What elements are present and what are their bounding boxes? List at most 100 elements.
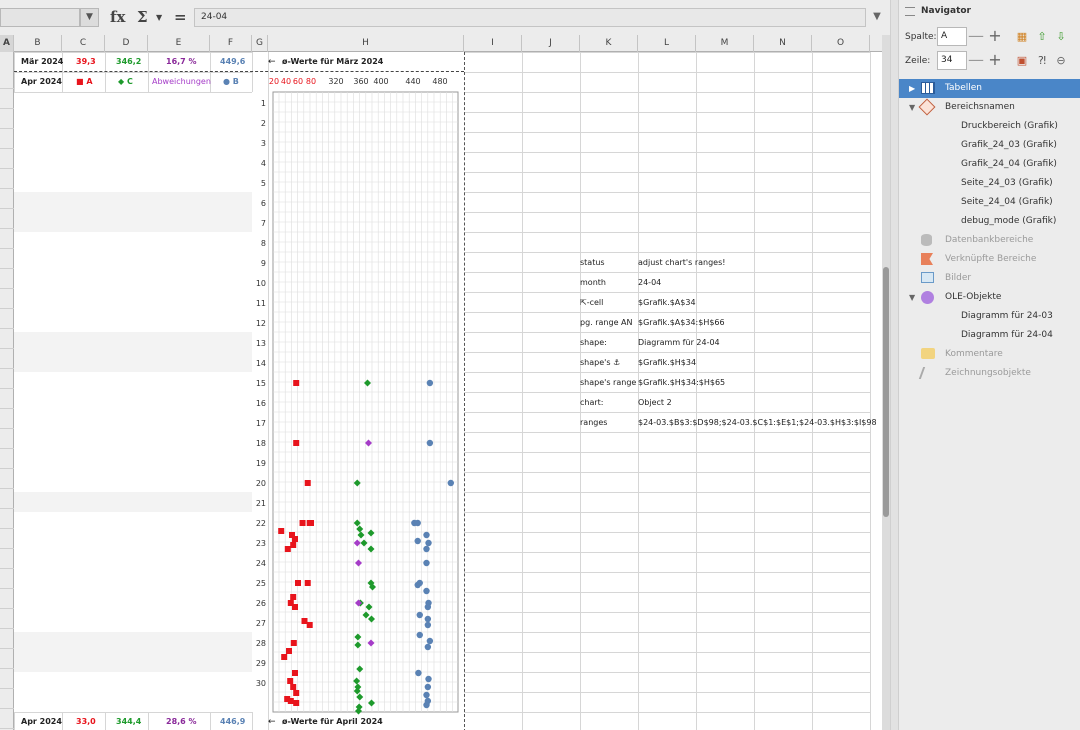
navigator-item[interactable]: Grafik_24_03 (Grafik) <box>899 136 1080 155</box>
linked-ranges-icon <box>921 253 935 266</box>
summary-bottom-f[interactable]: 446,9 <box>220 717 245 726</box>
table-icon <box>921 82 935 95</box>
day-label: 16 <box>256 399 266 408</box>
marker-series-b <box>425 539 432 547</box>
column-input[interactable]: A <box>937 27 967 46</box>
x-tick-label: 80 <box>306 77 316 86</box>
row-increment-icon[interactable]: + <box>986 51 1004 70</box>
arrow-down-icon[interactable]: ⇩ <box>1054 30 1068 44</box>
daily-values-scatter-chart[interactable]: 20 40 60 80 320 360 400 440 48012345678910111213… <box>0 35 882 730</box>
navigator-item[interactable]: Datenbankbereiche <box>899 231 1080 250</box>
summary-bottom-note[interactable]: ø-Werte für April 2024 <box>282 717 383 726</box>
navigator-item[interactable]: debug_mode (Grafik) <box>899 212 1080 231</box>
expand-formula-bar-icon[interactable]: ▼ <box>868 8 886 27</box>
day-label: 24 <box>256 559 266 568</box>
info-value[interactable]: $Grafik.$H$34:$H$65 <box>638 378 725 387</box>
day-label: 20 <box>256 479 266 488</box>
summary-bottom-e[interactable]: 28,6 % <box>166 717 197 726</box>
info-key[interactable]: shape's range <box>580 378 636 387</box>
marker-series-a <box>290 640 297 646</box>
marker-series-b <box>424 643 432 651</box>
marker-series-b <box>426 379 434 387</box>
x-tick-label: 40 <box>281 77 291 86</box>
marker-series-b <box>426 637 434 645</box>
marker-series-b <box>415 669 422 677</box>
info-value[interactable]: $Grafik.$A$34:$H$66 <box>638 318 725 327</box>
info-value[interactable]: $Grafik.$H$34 <box>638 358 696 367</box>
x-tick-label: 480 <box>432 77 447 86</box>
marker-series-a <box>293 440 300 446</box>
info-key[interactable]: status <box>580 258 605 267</box>
vertical-scrollbar-thumb[interactable] <box>883 267 889 517</box>
marker-series-b <box>424 615 432 623</box>
arrow-up-icon[interactable]: ⇧ <box>1035 30 1049 44</box>
row-label: Zeile: <box>905 56 931 66</box>
marker-series-a <box>304 580 311 586</box>
drag-mode-icon[interactable]: ⊖ <box>1054 54 1068 68</box>
info-value[interactable]: adjust chart's ranges! <box>638 258 725 267</box>
navigator-item[interactable]: Diagramm für 24-04 <box>899 326 1080 345</box>
info-value[interactable]: $Grafik.$A$34 <box>638 298 696 307</box>
sidebar-grip[interactable] <box>890 0 898 730</box>
sum-dropdown-icon[interactable]: ▼ <box>156 8 162 26</box>
vertical-scrollbar[interactable] <box>882 35 890 730</box>
info-key[interactable]: ranges <box>580 418 607 427</box>
content-icon[interactable]: ▦ <box>1015 30 1029 44</box>
marker-series-a <box>281 654 288 660</box>
navigator-item[interactable]: Grafik_24_04 (Grafik) <box>899 155 1080 174</box>
day-label: 15 <box>256 379 266 388</box>
formula-icon[interactable]: = <box>174 8 187 26</box>
info-key[interactable]: pg. range AN <box>580 318 633 327</box>
name-box[interactable] <box>0 8 80 27</box>
info-value[interactable]: $24-03.$B$3:$D$98;$24-03.$C$1:$E$1;$24-0… <box>638 418 877 427</box>
toggle-icon[interactable]: ▣ <box>1015 54 1029 68</box>
info-value[interactable]: Object 2 <box>638 398 672 407</box>
expand-icon[interactable]: ▶ <box>909 79 915 98</box>
x-tick-label: 440 <box>405 77 420 86</box>
summary-bottom-note-arrow: ← <box>268 717 276 727</box>
formula-input[interactable]: 24-04 <box>194 8 866 27</box>
navigator-item[interactable]: Kommentare <box>899 345 1080 364</box>
marker-series-b <box>416 631 423 639</box>
navigator-item[interactable]: Seite_24_04 (Grafik) <box>899 193 1080 212</box>
info-key[interactable]: chart: <box>580 398 604 407</box>
scenarios-icon[interactable]: ⁈ <box>1035 54 1049 68</box>
summary-bottom-c[interactable]: 33,0 <box>76 717 96 726</box>
marker-series-b <box>414 537 421 545</box>
info-key[interactable]: shape: <box>580 338 607 347</box>
info-key[interactable]: month <box>580 278 606 287</box>
day-label: 17 <box>256 419 266 428</box>
navigator-item[interactable]: Verknüpfte Bereiche <box>899 250 1080 269</box>
name-box-dropdown-icon[interactable]: ▼ <box>80 8 99 27</box>
navigator-item[interactable]: Diagramm für 24-03 <box>899 307 1080 326</box>
marker-series-a <box>278 528 285 534</box>
navigator-item[interactable]: Zeichnungsobjekte <box>899 364 1080 383</box>
navigator-item[interactable]: ▼ Bereichsnamen <box>899 98 1080 117</box>
navigator-item[interactable]: Seite_24_03 (Grafik) <box>899 174 1080 193</box>
day-label: 26 <box>256 599 266 608</box>
summary-bottom-d[interactable]: 344,4 <box>116 717 141 726</box>
x-tick-label: 400 <box>373 77 388 86</box>
summary-bottom-month[interactable]: Apr 2024 <box>21 717 62 726</box>
column-increment-icon[interactable]: + <box>986 27 1004 46</box>
info-key[interactable]: shape's ⚓ <box>580 358 620 367</box>
spreadsheet-grid[interactable]: ABCDEFGHIJKLMNO Mär 2024 39,3 346,2 16,7… <box>0 35 882 730</box>
navigator-item[interactable]: Bilder <box>899 269 1080 288</box>
navigator-item[interactable]: ▼ OLE-Objekte <box>899 288 1080 307</box>
info-key[interactable]: ⇱-cell <box>580 298 603 307</box>
navigator-item[interactable]: Druckbereich (Grafik) <box>899 117 1080 136</box>
row-decrement-icon[interactable]: — <box>967 51 985 70</box>
function-wizard-icon[interactable]: fx <box>110 8 125 26</box>
sum-icon[interactable]: Σ <box>137 8 148 26</box>
day-label: 19 <box>256 459 266 468</box>
row-input[interactable]: 34 <box>937 51 967 70</box>
collapse-icon[interactable]: ▼ <box>909 98 915 117</box>
info-value[interactable]: Diagramm für 24-04 <box>638 338 720 347</box>
day-label: 29 <box>256 659 266 668</box>
marker-series-b <box>426 439 434 447</box>
collapse-icon[interactable]: ▼ <box>909 288 915 307</box>
navigator-item-label: Seite_24_03 (Grafik) <box>961 178 1053 188</box>
column-decrement-icon[interactable]: — <box>967 27 985 46</box>
info-value[interactable]: 24-04 <box>638 278 661 287</box>
navigator-item[interactable]: ▶ Tabellen <box>899 79 1080 98</box>
